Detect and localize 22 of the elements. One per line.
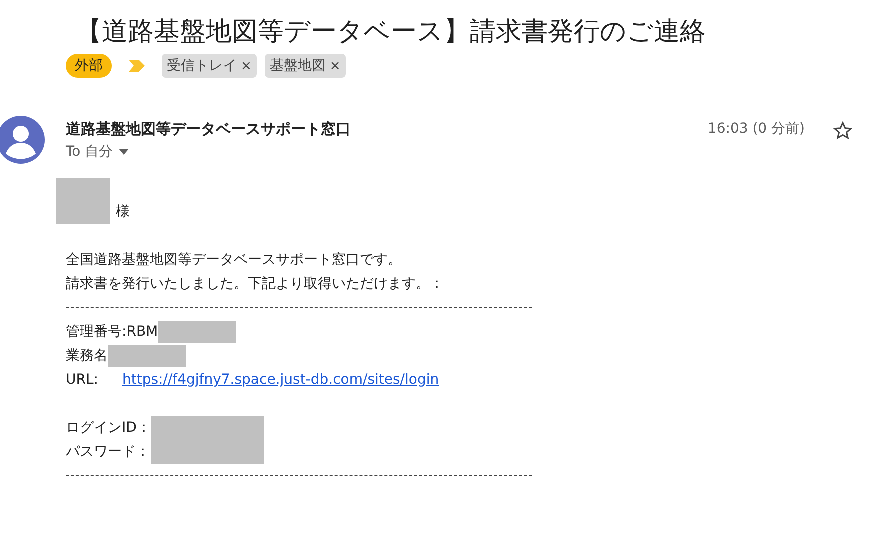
recipient-dropdown[interactable]: To 自分 <box>66 143 708 161</box>
label-chip[interactable]: 受信トレイ × <box>162 54 257 78</box>
email-subject: 【道路基盤地図等データベース】請求書発行のご連絡 <box>76 16 707 49</box>
star-icon[interactable] <box>833 121 853 141</box>
remove-label-icon[interactable]: × <box>330 58 341 74</box>
salutation-text: 様 <box>116 203 130 222</box>
field-label: 業務名 <box>66 347 108 366</box>
label-chip[interactable]: 基盤地図 × <box>264 54 346 78</box>
sender-name: 道路基盤地図等データベースサポート窓口 <box>66 119 352 140</box>
body-text: 請求書を発行いたしました。下記より取得いただけます。： <box>66 275 444 294</box>
remove-label-icon[interactable]: × <box>241 58 252 74</box>
avatar-icon <box>0 116 45 164</box>
caret-icon <box>119 149 130 155</box>
importance-marker-icon[interactable] <box>128 59 146 73</box>
external-badge: 外部 <box>66 54 112 78</box>
login-link[interactable]: https://f4gjfny7.space.just-db.com/sites/login <box>122 368 440 392</box>
field-label: ログインID： <box>66 419 151 438</box>
body-text: 全国道路基盤地図等データベースサポート窓口です。 <box>66 251 402 270</box>
field-label: 管理番号:RBM <box>66 323 158 342</box>
timestamp: 16:03 (0 分前) <box>708 120 805 138</box>
field-label: パスワード： <box>66 443 150 462</box>
field-label: URL: <box>66 371 98 390</box>
